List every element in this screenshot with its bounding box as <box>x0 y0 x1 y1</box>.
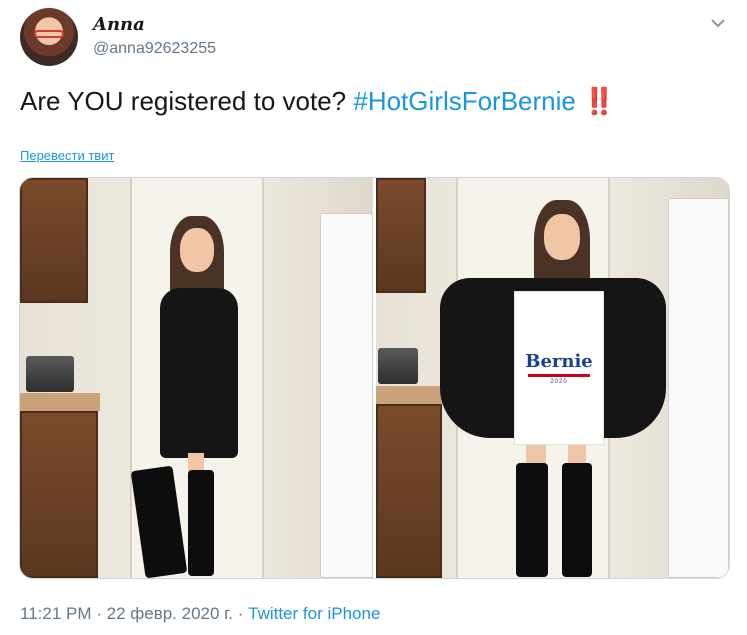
tweet-text-body: Are YOU registered to vote? <box>20 86 354 116</box>
sign-year: 2020 <box>550 379 568 385</box>
avatar[interactable] <box>20 8 78 66</box>
kitchen-cabinet <box>376 178 426 293</box>
tweet-metadata: 11:21 PM · 22 февр. 2020 г. · Twitter fo… <box>20 604 380 624</box>
hashtag-link[interactable]: #HotGirlsForBernie <box>353 86 576 116</box>
avatar-glasses <box>34 30 64 38</box>
toaster <box>378 348 418 384</box>
meta-separator: · <box>91 604 107 623</box>
translate-tweet-link[interactable]: Перевести твит <box>20 148 114 163</box>
tweet-time[interactable]: 11:21 PM <box>20 604 92 623</box>
media-grid: Bernie 2020 <box>19 177 730 579</box>
author-display-name[interactable]: Anna <box>93 14 145 35</box>
toaster <box>26 356 74 392</box>
sign-title: Bernie <box>525 351 593 372</box>
tweet-text: Are YOU registered to vote? #HotGirlsFor… <box>20 84 616 118</box>
kitchen-counter <box>20 393 100 411</box>
refrigerator <box>668 198 729 578</box>
meta-separator: · <box>233 604 249 623</box>
lower-cabinet <box>376 404 442 578</box>
tweet-date[interactable]: 22 февр. 2020 г. <box>107 604 233 623</box>
refrigerator <box>320 213 373 578</box>
lower-cabinet <box>20 411 98 578</box>
chevron-down-icon[interactable] <box>709 14 727 32</box>
tweet-source-link[interactable]: Twitter for iPhone <box>248 604 380 623</box>
author-handle[interactable]: @anna92623255 <box>93 40 216 58</box>
photo-right[interactable]: Bernie 2020 <box>376 178 729 578</box>
kitchen-cabinet <box>20 178 88 303</box>
kitchen-counter <box>376 386 446 404</box>
double-exclamation-icon: ‼️ <box>583 86 615 116</box>
photo-left[interactable] <box>20 178 373 578</box>
sign-stripe <box>528 374 590 377</box>
bernie-sign: Bernie 2020 <box>514 291 604 445</box>
